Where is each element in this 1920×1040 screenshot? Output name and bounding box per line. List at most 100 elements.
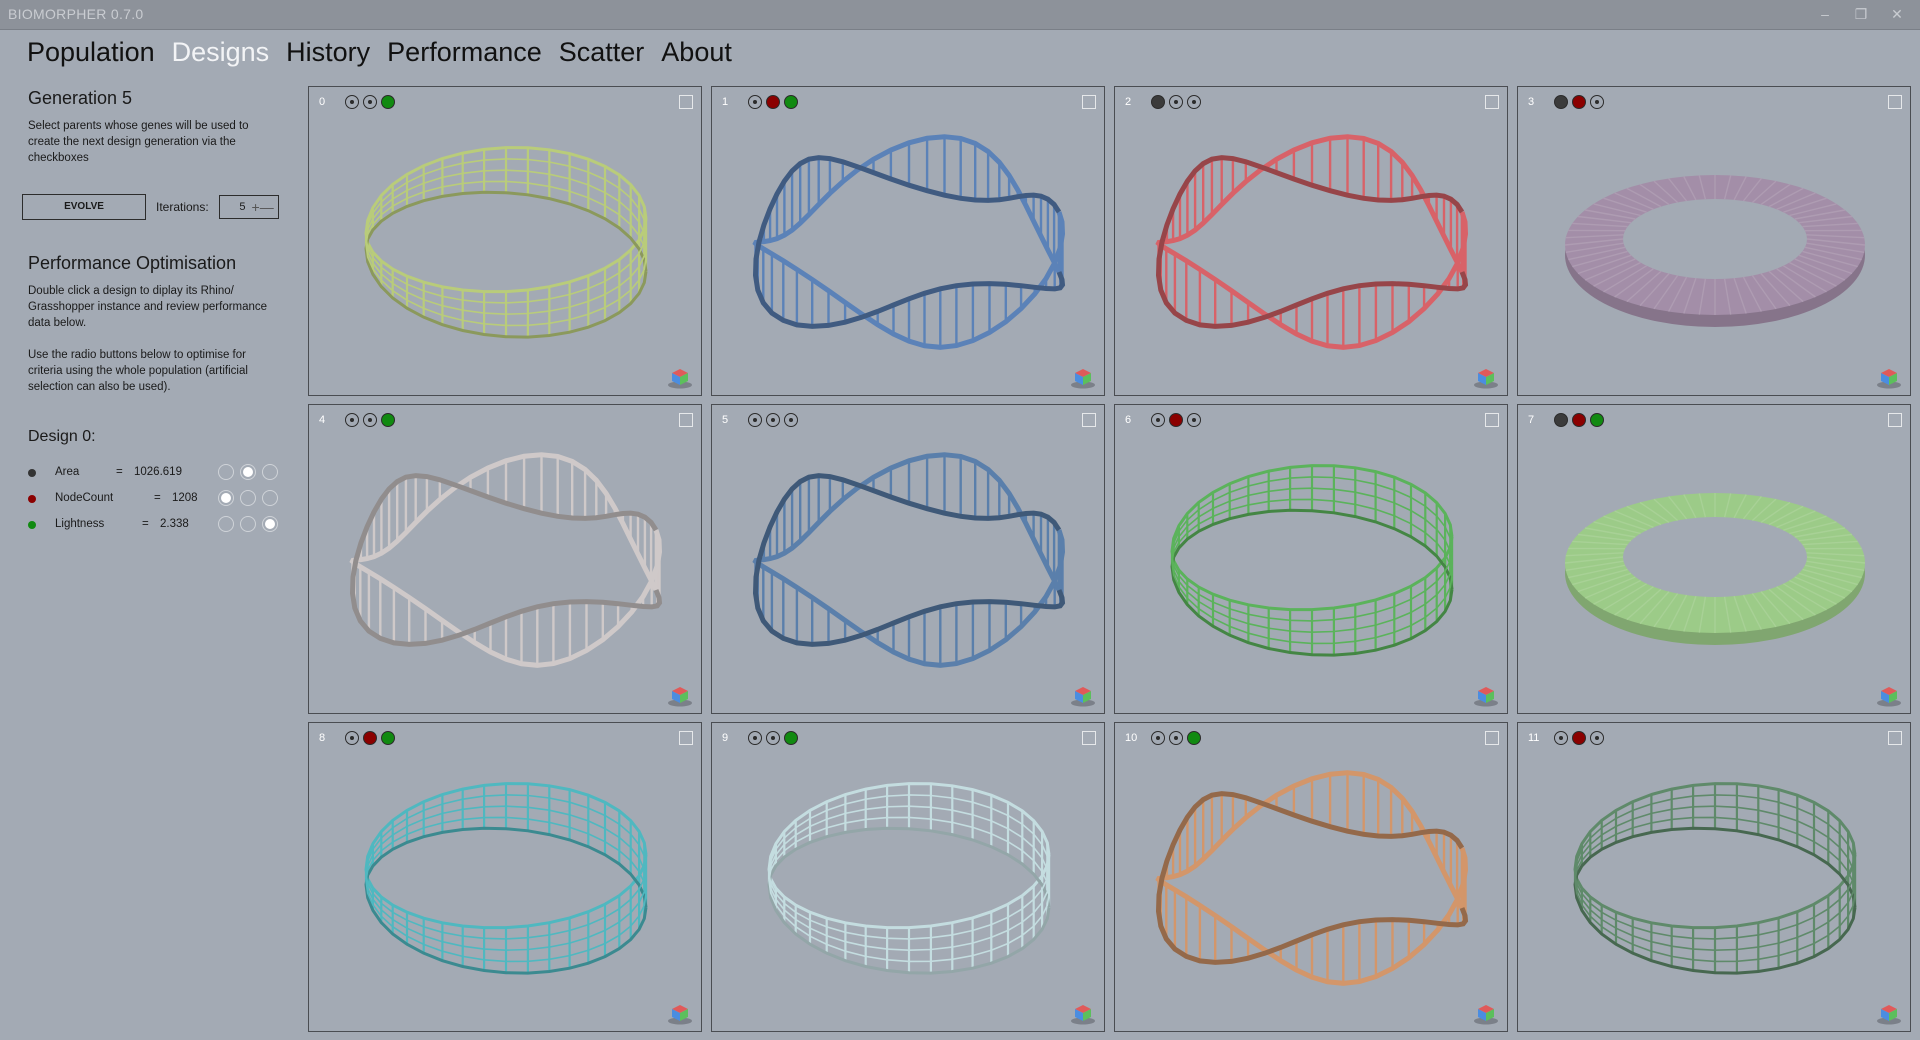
design-index: 0	[319, 96, 326, 108]
rhino-cube-icon[interactable]	[667, 685, 693, 707]
metric-value: 1026.619	[134, 466, 182, 478]
criteria-dot	[1590, 731, 1604, 745]
parent-checkbox[interactable]	[679, 413, 693, 427]
design-card[interactable]: 0	[308, 86, 702, 396]
design-card[interactable]: 8	[308, 722, 702, 1032]
optimise-radio[interactable]	[240, 464, 256, 480]
criteria-dot	[345, 95, 359, 109]
title-bar: BIOMORPHER 0.7.0 – ❐ ✕	[0, 0, 1920, 30]
parent-checkbox[interactable]	[1082, 413, 1096, 427]
parent-checkbox[interactable]	[1888, 95, 1902, 109]
design-preview	[1564, 493, 1866, 645]
optimise-radio[interactable]	[218, 464, 234, 480]
criteria-dot	[1187, 731, 1201, 745]
parent-checkbox[interactable]	[679, 95, 693, 109]
tab-about[interactable]: About	[661, 34, 732, 70]
main-nav: Population Designs History Performance S…	[27, 34, 732, 70]
criteria-dot	[766, 413, 780, 427]
design-index: 4	[319, 414, 326, 426]
criteria-dot	[1554, 413, 1568, 427]
parent-checkbox[interactable]	[1082, 95, 1096, 109]
rhino-cube-icon[interactable]	[1876, 1003, 1902, 1025]
optimise-radio[interactable]	[218, 490, 234, 506]
design-index: 10	[1125, 732, 1138, 744]
criteria-dot	[1187, 413, 1201, 427]
design-card[interactable]: 3	[1517, 86, 1911, 396]
design-card[interactable]: 7	[1517, 404, 1911, 714]
criteria-dot	[363, 95, 377, 109]
design-preview	[767, 782, 1051, 975]
rhino-cube-icon[interactable]	[1473, 1003, 1499, 1025]
design-preview	[1155, 134, 1469, 350]
design-card[interactable]: 9	[711, 722, 1105, 1032]
rhino-cube-icon[interactable]	[1070, 367, 1096, 389]
rhino-cube-icon[interactable]	[667, 1003, 693, 1025]
close-button[interactable]: ✕	[1884, 4, 1910, 24]
metric-color-dot	[28, 521, 36, 529]
tab-population[interactable]: Population	[27, 34, 155, 70]
metric-equals: =	[154, 492, 161, 504]
criteria-indicators	[748, 731, 798, 745]
optimise-radio[interactable]	[262, 516, 278, 532]
rhino-cube-icon[interactable]	[667, 367, 693, 389]
design-card[interactable]: 1	[711, 86, 1105, 396]
parent-checkbox[interactable]	[679, 731, 693, 745]
metric-row: Area = 1026.619	[28, 464, 288, 484]
criteria-dot	[1151, 731, 1165, 745]
generation-panel: Generation 5 Select parents whose genes …	[28, 88, 288, 166]
design-card[interactable]: 4	[308, 404, 702, 714]
tab-history[interactable]: History	[286, 34, 370, 70]
optimise-radio[interactable]	[240, 516, 256, 532]
criteria-indicators	[1554, 95, 1604, 109]
criteria-dot	[1590, 413, 1604, 427]
design-index: 9	[722, 732, 729, 744]
criteria-dot	[1590, 95, 1604, 109]
design-preview	[1170, 464, 1454, 657]
iterations-stepper[interactable]: 5 + —	[218, 195, 279, 219]
criteria-dot	[1169, 95, 1183, 109]
parent-checkbox[interactable]	[1485, 413, 1499, 427]
rhino-cube-icon[interactable]	[1473, 685, 1499, 707]
metric-color-dot	[28, 495, 36, 503]
optimise-radio[interactable]	[218, 516, 234, 532]
minus-icon[interactable]: —	[260, 200, 274, 214]
design-card[interactable]: 11	[1517, 722, 1911, 1032]
design-preview	[364, 782, 648, 975]
parent-checkbox[interactable]	[1888, 413, 1902, 427]
generation-description: Select parents whose genes will be used …	[28, 120, 249, 164]
rhino-cube-icon[interactable]	[1070, 1003, 1096, 1025]
parent-checkbox[interactable]	[1485, 95, 1499, 109]
tab-designs[interactable]: Designs	[172, 34, 270, 70]
tab-scatter[interactable]: Scatter	[559, 34, 645, 70]
parent-checkbox[interactable]	[1888, 731, 1902, 745]
criteria-dot	[381, 731, 395, 745]
design-card[interactable]: 5	[711, 404, 1105, 714]
rhino-cube-icon[interactable]	[1473, 367, 1499, 389]
criteria-dot	[381, 95, 395, 109]
tab-performance[interactable]: Performance	[387, 34, 542, 70]
criteria-dot	[1169, 731, 1183, 745]
design-preview	[1155, 770, 1469, 986]
maximize-button[interactable]: ❐	[1848, 4, 1874, 24]
design-card[interactable]: 10	[1114, 722, 1508, 1032]
criteria-dot	[1151, 413, 1165, 427]
criteria-dot	[784, 413, 798, 427]
minimize-button[interactable]: –	[1812, 4, 1838, 24]
parent-checkbox[interactable]	[1485, 731, 1499, 745]
rhino-cube-icon[interactable]	[1876, 685, 1902, 707]
evolve-button[interactable]: EVOLVE	[22, 194, 146, 220]
design-index: 7	[1528, 414, 1535, 426]
rhino-cube-icon[interactable]	[1876, 367, 1902, 389]
criteria-indicators	[748, 95, 798, 109]
rhino-cube-icon[interactable]	[1070, 685, 1096, 707]
generation-title: Generation 5	[28, 88, 133, 108]
plus-icon[interactable]: +	[252, 200, 260, 214]
criteria-indicators	[1151, 731, 1201, 745]
parent-checkbox[interactable]	[1082, 731, 1096, 745]
optimise-radio[interactable]	[262, 464, 278, 480]
optimise-radio[interactable]	[262, 490, 278, 506]
design-card[interactable]: 6	[1114, 404, 1508, 714]
criteria-dot	[766, 95, 780, 109]
design-card[interactable]: 2	[1114, 86, 1508, 396]
optimise-radio[interactable]	[240, 490, 256, 506]
